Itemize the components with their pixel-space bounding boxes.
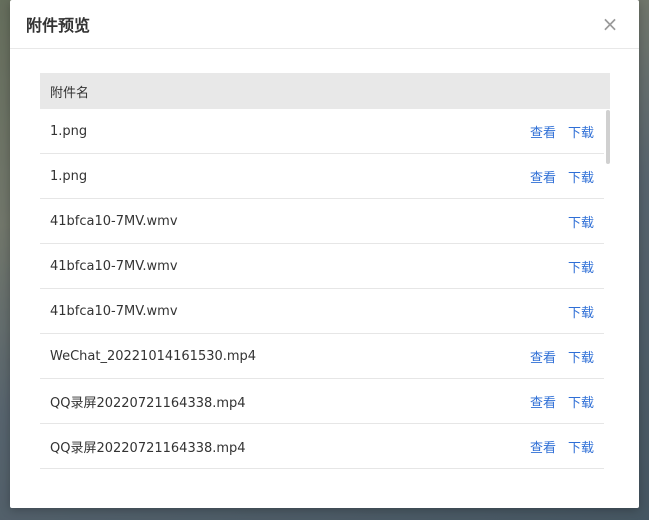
- download-link[interactable]: 下载: [568, 437, 594, 456]
- download-link[interactable]: 下载: [568, 347, 594, 366]
- download-link[interactable]: 下载: [568, 302, 594, 321]
- view-link[interactable]: 查看: [530, 167, 556, 186]
- scrollbar-thumb[interactable]: [606, 110, 610, 164]
- attachment-filename: QQ录屏20220721164338.mp4: [50, 440, 246, 456]
- attachment-filename: 41bfca10-7MV.wmv: [50, 303, 178, 319]
- attachment-preview-modal: 附件预览 × 附件名 1.png 查看 下载 1.png 查看 下载 41bfca10-7M…: [10, 0, 639, 508]
- attachment-filename: 1.png: [50, 168, 88, 184]
- table-row: 41bfca10-7MV.wmv 下载: [40, 199, 604, 244]
- close-icon[interactable]: ×: [599, 13, 621, 35]
- download-link[interactable]: 下载: [568, 212, 594, 231]
- view-link[interactable]: 查看: [530, 437, 556, 456]
- table-row: QQ录屏20220721164338.mp4 查看 下载: [40, 379, 604, 424]
- view-link[interactable]: 查看: [530, 392, 556, 411]
- table-row: 1.png 查看 下载: [40, 109, 604, 154]
- modal-title: 附件预览: [26, 16, 91, 35]
- column-header-filename: 附件名: [50, 85, 90, 101]
- download-link[interactable]: 下载: [568, 392, 594, 411]
- row-actions: 查看 下载: [530, 437, 594, 456]
- table-header: 附件名: [40, 73, 610, 109]
- table-row: 1.png 查看 下载: [40, 154, 604, 199]
- row-actions: 查看 下载: [530, 392, 594, 411]
- row-actions: 下载: [568, 257, 594, 276]
- table-row: QQ录屏20220721164338.mp4 查看 下载: [40, 424, 604, 469]
- attachment-filename: 1.png: [50, 123, 88, 139]
- table-row: 41bfca10-7MV.wmv 下载: [40, 244, 604, 289]
- row-actions: 查看 下载: [530, 167, 594, 186]
- row-actions: 下载: [568, 302, 594, 321]
- download-link[interactable]: 下载: [568, 257, 594, 276]
- table-body[interactable]: 1.png 查看 下载 1.png 查看 下载 41bfca10-7MV.wmv 下载 41bf…: [40, 109, 610, 483]
- attachment-filename: 41bfca10-7MV.wmv: [50, 258, 178, 274]
- view-link[interactable]: 查看: [530, 122, 556, 141]
- table-row: WeChat_20221014161530.mp4 查看 下载: [40, 334, 604, 379]
- attachment-filename: 41bfca10-7MV.wmv: [50, 213, 178, 229]
- modal-header: 附件预览 ×: [10, 0, 639, 49]
- table-row: [40, 469, 604, 483]
- attachment-table: 附件名 1.png 查看 下载 1.png 查看 下载 41bfca10-7MV.wmv 下载…: [40, 73, 610, 483]
- download-link[interactable]: 下载: [568, 167, 594, 186]
- row-actions: 查看 下载: [530, 347, 594, 366]
- table-row: 41bfca10-7MV.wmv 下载: [40, 289, 604, 334]
- row-actions: 查看 下载: [530, 122, 594, 141]
- row-actions: 下载: [568, 212, 594, 231]
- attachment-filename: QQ录屏20220721164338.mp4: [50, 395, 246, 411]
- attachment-filename: WeChat_20221014161530.mp4: [50, 348, 257, 364]
- download-link[interactable]: 下载: [568, 122, 594, 141]
- view-link[interactable]: 查看: [530, 347, 556, 366]
